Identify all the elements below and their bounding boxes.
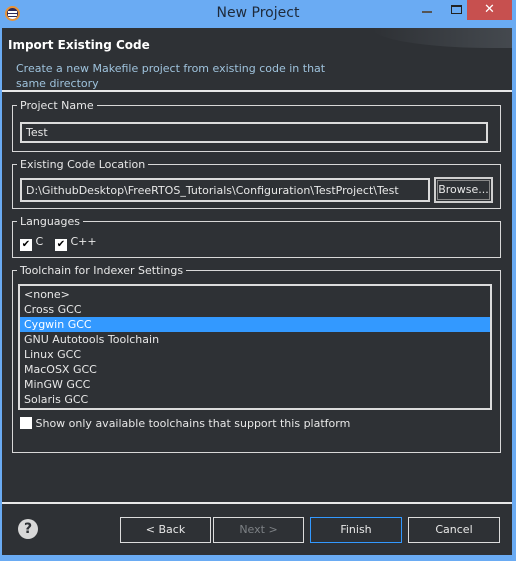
toolchain-list[interactable]: <none> Cross GCC Cygwin GCC GNU Autotool… bbox=[18, 284, 492, 410]
list-item[interactable]: MacOSX GCC bbox=[20, 362, 490, 377]
cancel-button[interactable]: Cancel bbox=[408, 517, 500, 543]
footer-divider bbox=[2, 502, 512, 504]
checkbox-c-label: C bbox=[35, 235, 44, 248]
list-item[interactable]: Solaris GCC bbox=[20, 392, 490, 407]
header-divider bbox=[2, 90, 512, 92]
toolchain-label: Toolchain for Indexer Settings bbox=[20, 264, 184, 277]
list-item[interactable]: Cross GCC bbox=[20, 302, 490, 317]
checkmark-icon: ✔ bbox=[55, 239, 67, 251]
title-bar: New Project ✕ bbox=[0, 0, 516, 28]
project-name-label: Project Name bbox=[20, 99, 94, 112]
languages-label: Languages bbox=[20, 215, 81, 228]
back-button[interactable]: < Back bbox=[120, 517, 211, 543]
close-button[interactable]: ✕ bbox=[467, 0, 512, 20]
maximize-button[interactable] bbox=[451, 5, 462, 14]
code-location-input[interactable]: D:\GithubDesktop\FreeRTOS_Tutorials\Conf… bbox=[20, 178, 430, 202]
help-icon[interactable]: ? bbox=[18, 519, 38, 539]
list-item[interactable]: GNU Autotools Toolchain bbox=[20, 332, 490, 347]
finish-button[interactable]: Finish bbox=[310, 517, 402, 543]
platform-filter-checkbox[interactable]: Show only available toolchains that supp… bbox=[20, 417, 350, 430]
page-title: Import Existing Code bbox=[8, 38, 150, 52]
code-location-label: Existing Code Location bbox=[20, 158, 146, 171]
checkbox-c[interactable]: ✔ C bbox=[20, 235, 43, 251]
checkmark-icon: ✔ bbox=[20, 239, 32, 251]
page-description: Create a new Makefile project from exist… bbox=[16, 62, 326, 90]
platform-filter-label: Show only available toolchains that supp… bbox=[35, 417, 351, 430]
project-name-input[interactable]: Test bbox=[20, 122, 488, 143]
list-item-selected[interactable]: Cygwin GCC bbox=[20, 317, 490, 332]
checkbox-box bbox=[20, 417, 32, 429]
minimize-button[interactable] bbox=[422, 11, 432, 13]
checkbox-cpp-label: C++ bbox=[70, 235, 97, 248]
window-title: New Project bbox=[216, 5, 300, 21]
list-item[interactable]: Linux GCC bbox=[20, 347, 490, 362]
list-item[interactable]: <none> bbox=[20, 287, 490, 302]
next-button[interactable]: Next > bbox=[213, 517, 304, 543]
checkbox-cpp[interactable]: ✔ C++ bbox=[55, 235, 97, 251]
header-banner-graphic bbox=[372, 28, 512, 48]
list-item[interactable]: MinGW GCC bbox=[20, 377, 490, 392]
wizard-header: Import Existing Code Create a new Makefi… bbox=[2, 28, 512, 90]
browse-button[interactable]: Browse... bbox=[434, 177, 493, 203]
